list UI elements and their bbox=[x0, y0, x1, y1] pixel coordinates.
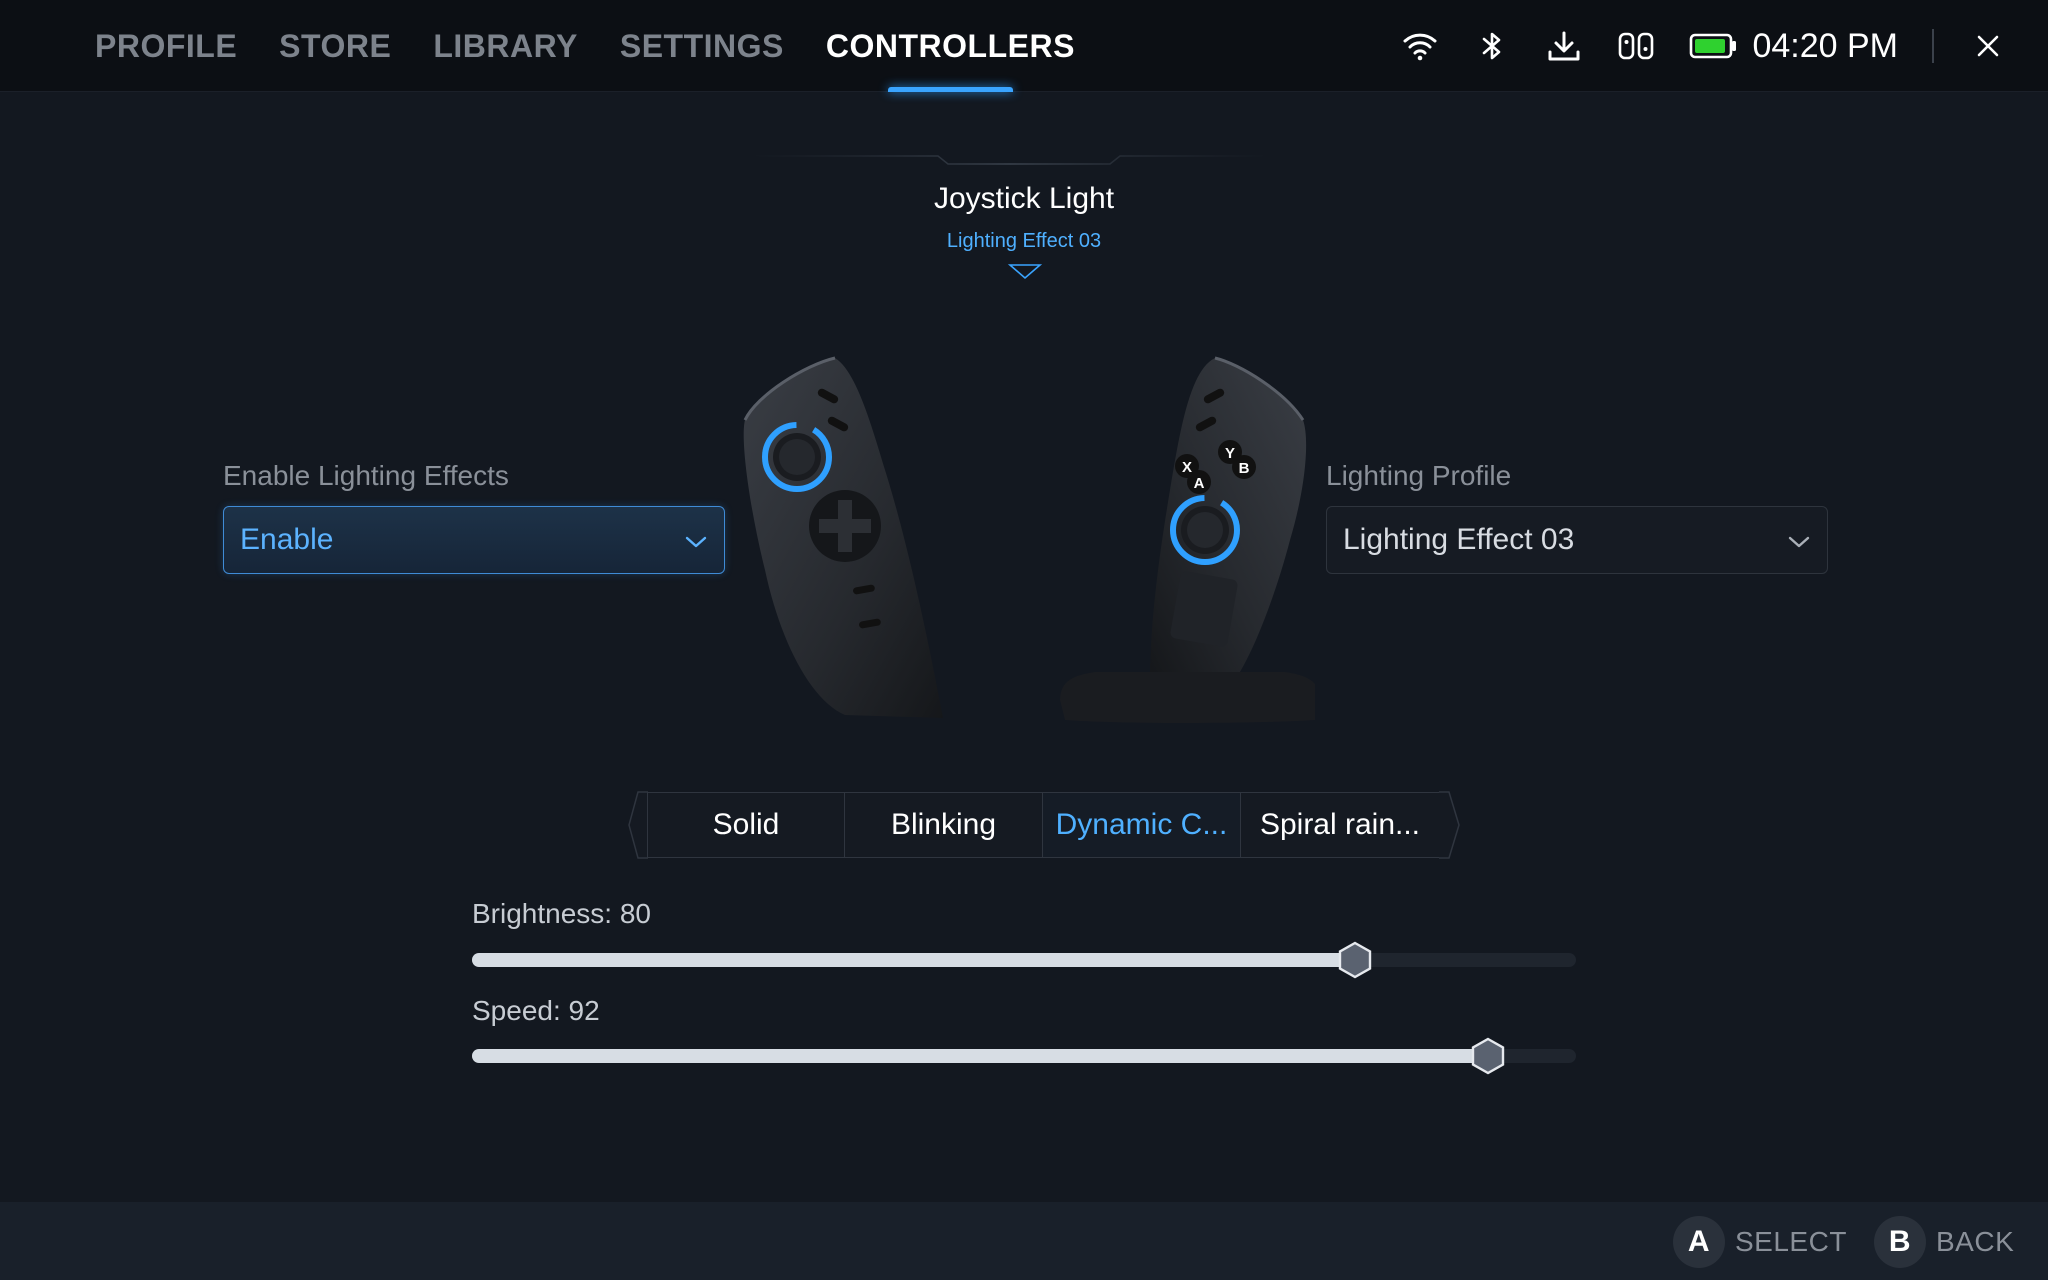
section-subtitle: Lighting Effect 03 bbox=[946, 230, 1102, 252]
enable-lighting-select[interactable]: Enable bbox=[223, 506, 725, 574]
lighting-profile-value: Lighting Effect 03 bbox=[1343, 523, 1575, 556]
back-hint-label: BACK bbox=[1936, 1226, 2015, 1257]
brightness-thumb[interactable] bbox=[1338, 941, 1372, 979]
section-title: Joystick Light bbox=[933, 182, 1115, 215]
svg-text:A: A bbox=[1194, 475, 1205, 492]
back-hint[interactable]: B BACK bbox=[1874, 1216, 2014, 1268]
brightness-slider[interactable] bbox=[472, 941, 1576, 979]
mode-solid[interactable]: Solid bbox=[647, 792, 845, 858]
lighting-mode-selector: Solid Blinking Dynamic C... Spiral rain.… bbox=[647, 792, 1439, 858]
enable-lighting-value: Enable bbox=[240, 523, 334, 556]
right-controller-image: Y X B A bbox=[1060, 356, 1315, 723]
speed-slider[interactable] bbox=[472, 1037, 1576, 1075]
lighting-profile-select[interactable]: Lighting Effect 03 bbox=[1326, 506, 1828, 574]
bottom-bar: A SELECT B BACK bbox=[0, 1202, 2048, 1280]
brightness-fill bbox=[472, 953, 1356, 967]
select-hint-label: SELECT bbox=[1735, 1226, 1847, 1257]
left-controller-image bbox=[743, 356, 943, 718]
svg-text:B: B bbox=[1239, 460, 1250, 477]
header-frame bbox=[750, 155, 1290, 280]
chevron-down-icon bbox=[1787, 523, 1811, 557]
lighting-profile-label: Lighting Profile bbox=[1326, 460, 1512, 491]
chevron-down-icon bbox=[684, 523, 708, 557]
svg-text:Y: Y bbox=[1225, 445, 1235, 462]
mode-dynamic[interactable]: Dynamic C... bbox=[1043, 792, 1241, 858]
brightness-label: Brightness: 80 bbox=[472, 898, 651, 929]
a-button-icon: A bbox=[1673, 1216, 1725, 1268]
speed-label: Speed: 92 bbox=[472, 995, 600, 1026]
mode-blinking[interactable]: Blinking bbox=[845, 792, 1043, 858]
modes-left-cap bbox=[628, 791, 648, 859]
select-hint[interactable]: A SELECT bbox=[1673, 1216, 1847, 1268]
b-button-icon: B bbox=[1874, 1216, 1926, 1268]
svg-text:X: X bbox=[1182, 459, 1192, 476]
speed-fill bbox=[472, 1049, 1488, 1063]
speed-thumb[interactable] bbox=[1471, 1037, 1505, 1075]
mode-spiral-rainbow[interactable]: Spiral rain... bbox=[1241, 792, 1439, 858]
modes-right-cap bbox=[1439, 791, 1460, 859]
enable-lighting-label: Enable Lighting Effects bbox=[223, 460, 509, 491]
